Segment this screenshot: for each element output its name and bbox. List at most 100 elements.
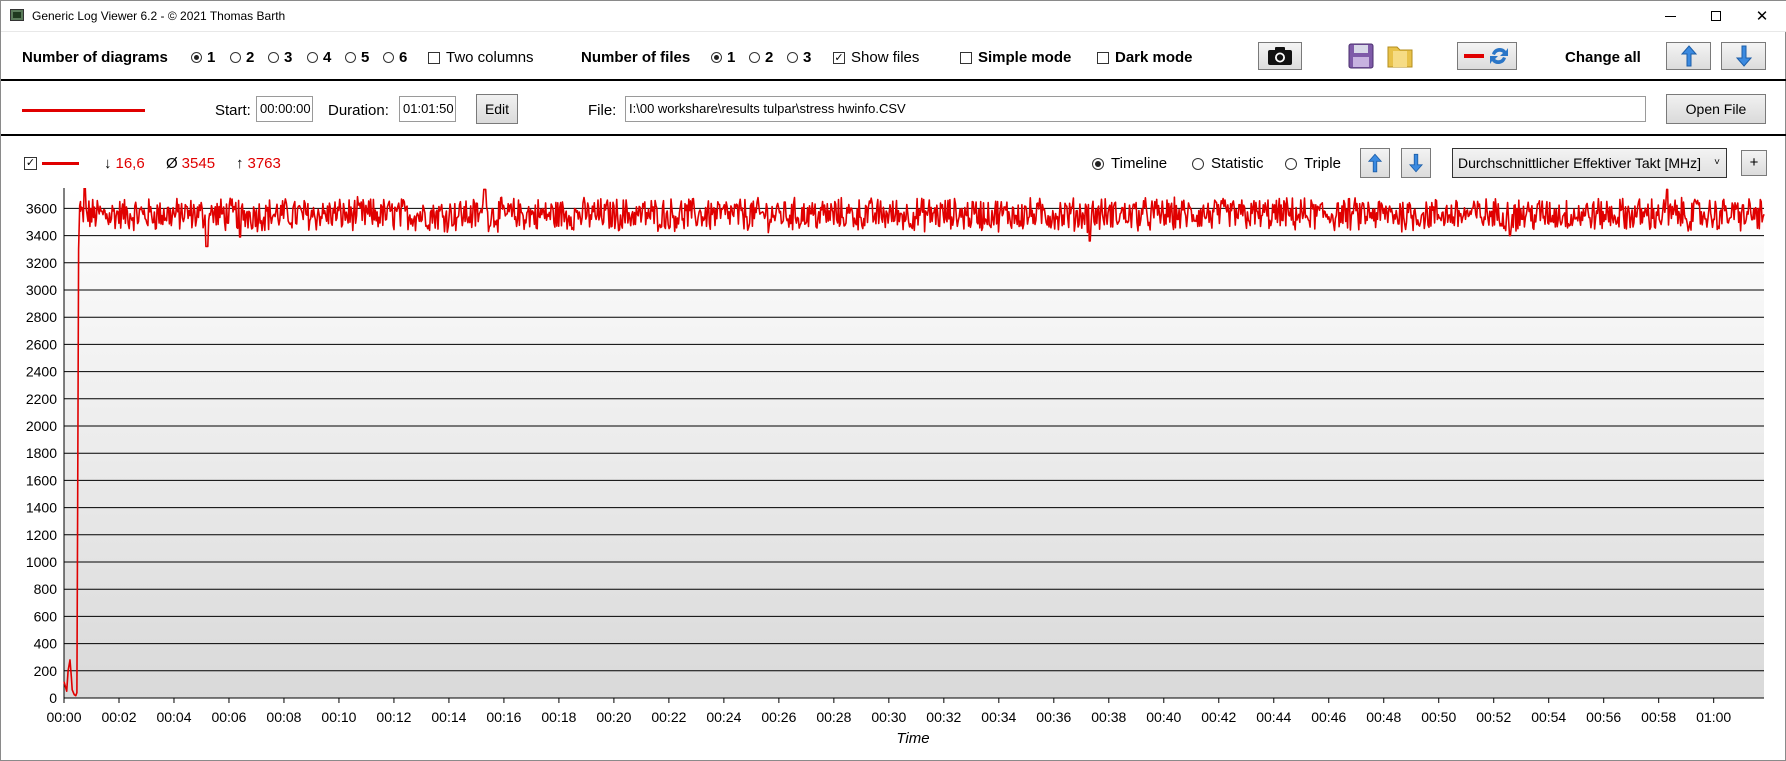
- x-tick-label: 00:26: [761, 709, 796, 725]
- y-tick-label: 2400: [26, 364, 57, 380]
- y-tick-label: 800: [34, 581, 58, 597]
- radio-dot-icon: [268, 52, 279, 63]
- add-channel-button[interactable]: +: [1741, 150, 1767, 176]
- radio-dot-icon: [1092, 157, 1104, 170]
- checkbox-icon: [1097, 51, 1109, 64]
- move-down-all-button[interactable]: [1721, 42, 1766, 70]
- files-radio-2[interactable]: 2: [749, 49, 773, 66]
- timeline-chart[interactable]: 0 200 400 600 800 1000 1200 1400 1600 1800 2000 220…: [1, 188, 1786, 760]
- x-tick-label: 00:58: [1641, 709, 1676, 725]
- minimize-button[interactable]: [1647, 1, 1693, 32]
- show-files-checkbox[interactable]: ✓ Show files: [833, 49, 919, 66]
- dark-mode-checkbox[interactable]: Dark mode: [1097, 49, 1193, 66]
- channel-select-value: Durchschnittlicher Effektiver Takt [MHz]: [1458, 155, 1702, 171]
- duration-label: Duration:: [328, 102, 389, 119]
- x-tick-label: 00:06: [211, 709, 246, 725]
- avg-value: 3545: [181, 155, 216, 172]
- view-radio-statistic[interactable]: Statistic: [1192, 155, 1264, 172]
- chart-header: ✓ ↓ 16,6 Ø 3545 ↑ 3763 Timeline Statistic T…: [1, 138, 1786, 188]
- file-path-field[interactable]: I:\00 workshare\results tulpar\stress hw…: [625, 96, 1646, 122]
- arrow-up-icon: ↑: [236, 155, 244, 172]
- x-tick-label: 00:50: [1421, 709, 1456, 725]
- x-tick-label: 00:04: [156, 709, 191, 725]
- y-tick-label: 1000: [26, 554, 57, 570]
- y-tick-label: 1600: [26, 472, 57, 488]
- file-label: File:: [588, 102, 617, 119]
- files-radio-3[interactable]: 3: [787, 49, 811, 66]
- x-tick-label: 00:40: [1146, 709, 1181, 725]
- files-radio-1[interactable]: 1: [711, 49, 735, 66]
- maximize-icon: [1711, 10, 1721, 21]
- x-tick-labels: 00:00 00:02 00:04 00:06 00:08 00:10 00:12 00:14…: [46, 709, 1731, 725]
- x-tick-label: 00:18: [541, 709, 576, 725]
- close-button[interactable]: ✕: [1739, 1, 1785, 32]
- x-tick-label: 00:54: [1531, 709, 1566, 725]
- x-tick-label: 00:02: [101, 709, 136, 725]
- x-tick-label: 00:36: [1036, 709, 1071, 725]
- diagram-down-button[interactable]: [1401, 148, 1431, 178]
- open-folder-button[interactable]: [1384, 42, 1415, 70]
- x-tick-label: 00:22: [651, 709, 686, 725]
- channel-select[interactable]: Durchschnittlicher Effektiver Takt [MHz]…: [1452, 148, 1727, 178]
- screenshot-button[interactable]: [1258, 42, 1302, 70]
- x-tick-label: 00:52: [1476, 709, 1511, 725]
- save-button[interactable]: [1345, 42, 1376, 70]
- open-file-button[interactable]: Open File: [1666, 94, 1766, 124]
- two-columns-checkbox[interactable]: Two columns: [428, 49, 534, 66]
- radio-dot-icon: [787, 52, 798, 63]
- arrow-down-icon: ↓: [104, 155, 112, 172]
- diagrams-radio-5[interactable]: 5: [345, 49, 369, 66]
- y-tick-label: 2200: [26, 391, 57, 407]
- y-tick-label: 200: [34, 663, 58, 679]
- series-color-sample[interactable]: [42, 162, 79, 165]
- x-tick-label: 00:20: [596, 709, 631, 725]
- swap-color-button[interactable]: [1457, 42, 1517, 70]
- average-icon: Ø: [166, 155, 178, 172]
- move-up-all-button[interactable]: [1666, 42, 1711, 70]
- y-tick-labels: 0 200 400 600 800 1000 1200 1400 1600 1800 2000 220…: [26, 200, 57, 706]
- y-tick-label: 2800: [26, 309, 57, 325]
- min-value: 16,6: [115, 155, 145, 172]
- diagrams-label: Number of diagrams: [22, 49, 168, 66]
- floppy-disk-icon: [1348, 43, 1373, 69]
- duration-field[interactable]: 01:01:50: [399, 96, 456, 122]
- x-tick-label: 00:24: [706, 709, 741, 725]
- view-radio-timeline[interactable]: Timeline: [1092, 155, 1167, 172]
- simple-mode-checkbox[interactable]: Simple mode: [960, 49, 1071, 66]
- y-tick-label: 600: [34, 608, 58, 624]
- x-tick-label: 00:08: [266, 709, 301, 725]
- radio-dot-icon: [191, 52, 202, 63]
- change-all-label: Change all: [1565, 49, 1641, 66]
- diagrams-radio-4[interactable]: 4: [307, 49, 331, 66]
- y-tick-label: 2000: [26, 418, 57, 434]
- series-min-stat: ↓ 16,6: [104, 155, 145, 172]
- edit-button[interactable]: Edit: [476, 94, 518, 124]
- diagrams-radio-3[interactable]: 3: [268, 49, 292, 66]
- minimize-icon: [1664, 15, 1676, 17]
- refresh-color-icon: [1464, 47, 1508, 65]
- diagram-up-button[interactable]: [1360, 148, 1390, 178]
- files-label: Number of files: [581, 49, 691, 66]
- x-tick-label: 00:28: [816, 709, 851, 725]
- y-tick-label: 1400: [26, 500, 57, 516]
- radio-dot-icon: [383, 52, 394, 63]
- maximize-button[interactable]: [1693, 1, 1739, 32]
- diagrams-radio-2[interactable]: 2: [230, 49, 254, 66]
- view-radio-triple[interactable]: Triple: [1285, 155, 1341, 172]
- radio-dot-icon: [307, 52, 318, 63]
- x-tick-label: 00:30: [871, 709, 906, 725]
- x-tick-label: 00:32: [926, 709, 961, 725]
- series-max-stat: ↑ 3763: [236, 155, 281, 172]
- start-field[interactable]: 00:00:00: [256, 96, 313, 122]
- radio-dot-icon: [1285, 157, 1297, 170]
- window-title: Generic Log Viewer 6.2 - © 2021 Thomas B…: [32, 9, 286, 23]
- line-color-sample[interactable]: [22, 109, 145, 112]
- x-tick-label: 00:14: [431, 709, 466, 725]
- close-icon: ✕: [1755, 8, 1769, 25]
- diagrams-radio-1[interactable]: 1: [191, 49, 215, 66]
- arrow-down-icon: [1735, 45, 1752, 67]
- x-tick-label: 00:42: [1201, 709, 1236, 725]
- chevron-down-icon: ˅: [1714, 157, 1720, 168]
- diagrams-radio-6[interactable]: 6: [383, 49, 407, 66]
- series-visible-checkbox[interactable]: ✓: [24, 157, 37, 170]
